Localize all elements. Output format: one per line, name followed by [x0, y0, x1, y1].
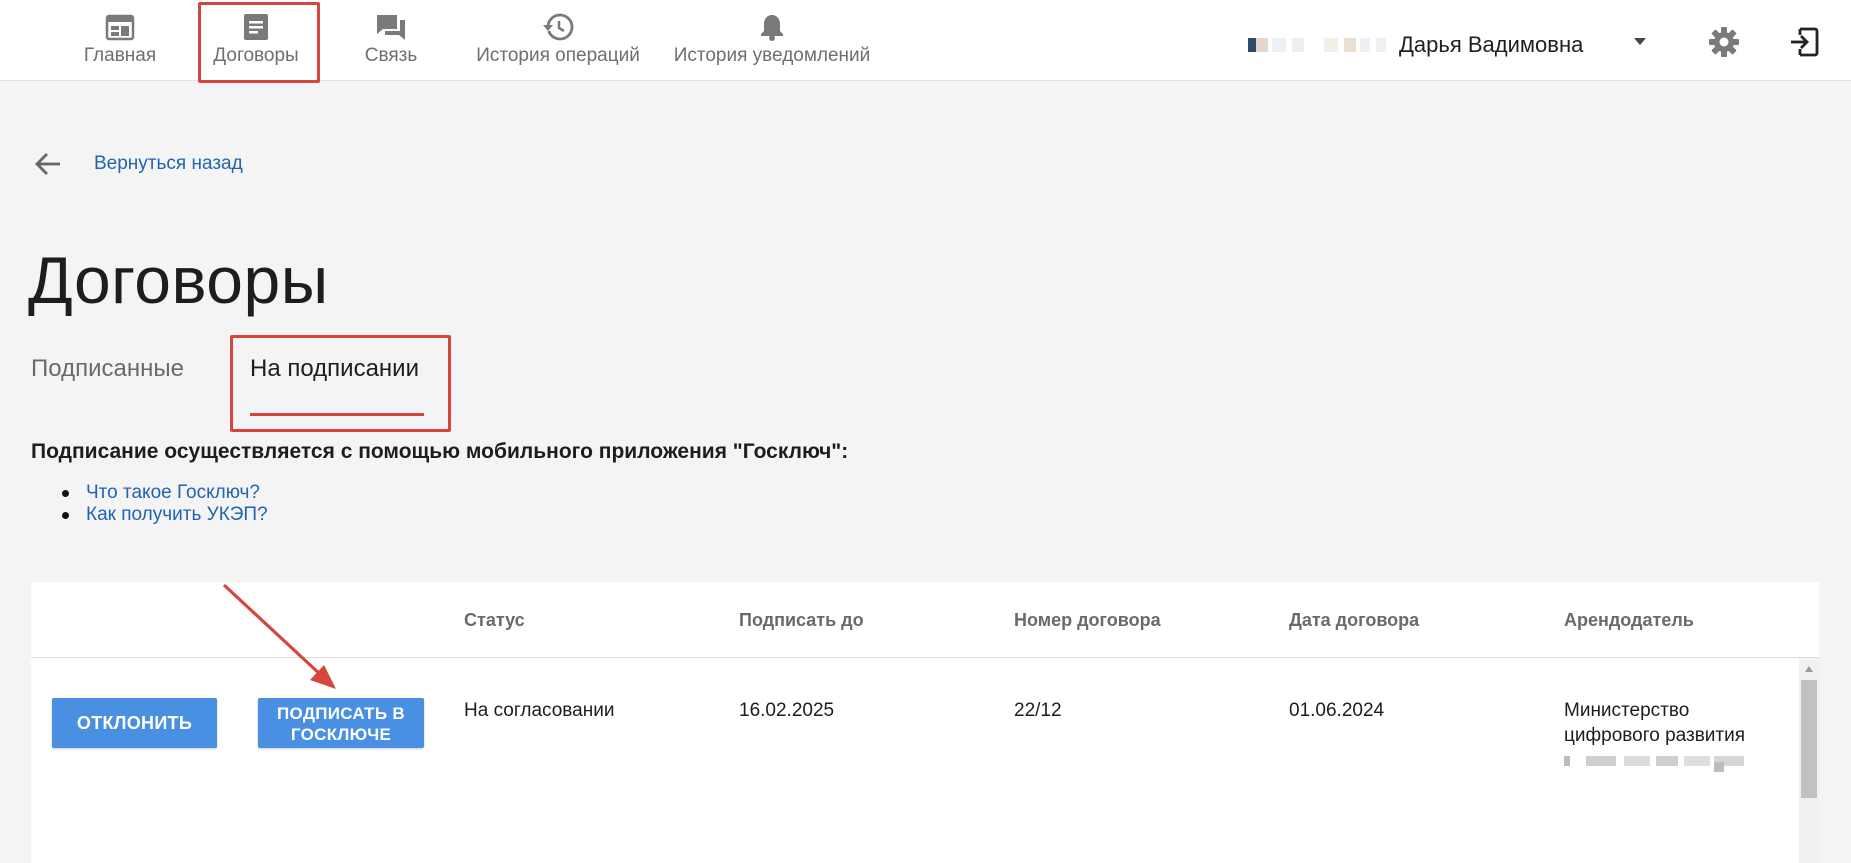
document-icon: [243, 13, 269, 41]
column-header-status: Статус: [464, 610, 525, 630]
table-header: Статус Подписать до Номер договора Дата …: [31, 582, 1819, 658]
cell-status: На согласовании: [464, 700, 615, 721]
help-link-how-get-ukep[interactable]: Как получить УКЭП?: [62, 504, 268, 526]
logout-icon[interactable]: [1788, 26, 1820, 58]
nav-label-home: Главная: [83, 45, 157, 66]
settings-gear-icon[interactable]: [1707, 25, 1741, 59]
sign-button-line-2: ГОСКЛЮЧЕ: [290, 724, 392, 744]
help-link-what-is-goskey[interactable]: Что такое Госключ?: [62, 482, 268, 504]
top-navigation-bar: Главная Договоры Связь История операций …: [0, 0, 1851, 83]
highlight-frame-tab: [230, 335, 451, 432]
back-arrow-icon[interactable]: [33, 150, 63, 178]
nav-item-communication[interactable]: Связь: [360, 0, 422, 81]
user-dropdown-caret-icon[interactable]: [1634, 38, 1646, 45]
contracts-table: Статус Подписать до Номер договора Дата …: [31, 582, 1819, 863]
nav-item-home[interactable]: Главная: [80, 0, 160, 81]
table-scrollbar[interactable]: [1799, 658, 1819, 863]
back-link[interactable]: Вернуться назад: [94, 153, 243, 175]
column-header-contract-number: Номер договора: [1014, 610, 1161, 630]
cell-contract-date: 01.06.2024: [1289, 700, 1385, 721]
active-tab-indicator: [250, 413, 424, 416]
nav-item-operations-history[interactable]: История операций: [475, 0, 641, 81]
signing-info-text: Подписание осуществляется с помощью моби…: [31, 440, 849, 463]
user-menu[interactable]: Дарья Вадимовна: [1248, 25, 1583, 65]
cell-contract-number: 22/12: [1014, 700, 1062, 721]
tab-on-signing[interactable]: На подписании: [250, 355, 419, 383]
help-links-list: Что такое Госключ? Как получить УКЭП?: [62, 482, 268, 526]
column-header-contract-date: Дата договора: [1289, 610, 1420, 630]
tab-signed[interactable]: Подписанные: [31, 355, 184, 383]
calendar-icon: [105, 13, 135, 41]
nav-label-contracts: Договоры: [213, 45, 299, 66]
blurred-landlord-text: [1564, 752, 1754, 772]
blurred-user-surname: [1248, 35, 1393, 55]
nav-item-contracts[interactable]: Договоры: [206, 0, 306, 81]
sign-button-line-1: ПОДПИСАТЬ В: [277, 703, 405, 723]
cell-landlord: Министерство цифрового развития: [1564, 698, 1745, 748]
nav-label-notifications-history: История уведомлений: [673, 45, 871, 66]
nav-label-operations-history: История операций: [476, 45, 640, 66]
scrollbar-thumb[interactable]: [1801, 680, 1817, 798]
cell-sign-before: 16.02.2025: [739, 700, 835, 721]
cell-landlord-line-1: Министерство: [1564, 700, 1690, 721]
reject-button[interactable]: ОТКЛОНИТЬ: [52, 698, 217, 748]
bell-icon: [759, 13, 785, 41]
user-name: Дарья Вадимовна: [1399, 32, 1584, 57]
column-header-landlord: Арендодатель: [1564, 610, 1694, 630]
column-header-sign-before: Подписать до: [739, 610, 864, 630]
nav-label-communication: Связь: [364, 45, 418, 66]
sign-in-goskey-button[interactable]: ПОДПИСАТЬ В ГОСКЛЮЧЕ: [258, 698, 424, 748]
chat-icon: [375, 13, 407, 41]
scroll-up-arrow-icon[interactable]: [1805, 666, 1813, 672]
cell-landlord-line-2: цифрового развития: [1564, 725, 1746, 746]
page-title: Договоры: [28, 243, 329, 317]
history-icon: [542, 13, 574, 41]
nav-item-notifications-history[interactable]: История уведомлений: [672, 0, 872, 81]
